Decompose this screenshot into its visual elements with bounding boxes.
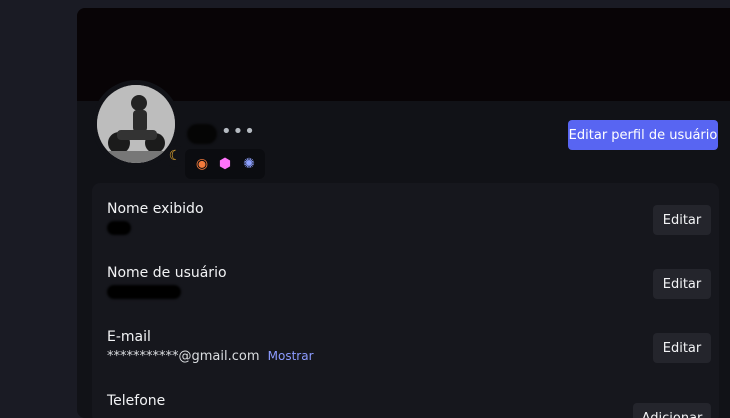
avatar[interactable] (97, 85, 175, 163)
display-name-row: Nome exibido Editar (107, 201, 711, 239)
username-row: Nome de usuário Editar (107, 265, 711, 303)
edit-profile-button[interactable]: Editar perfil de usuário (568, 120, 718, 150)
show-email-link[interactable]: Mostrar (268, 349, 314, 363)
add-phone-button[interactable]: Adicionar (633, 403, 711, 418)
edit-email-button[interactable]: Editar (653, 333, 711, 363)
account-card: ☾ ••• ◉ ⬢ ✺ Editar perfil de usuário Nom… (77, 8, 730, 418)
more-options-icon[interactable]: ••• (221, 121, 256, 142)
avatar-photo (97, 85, 175, 163)
email-row: E-mail ***********@gmail.com Mostrar Edi… (107, 329, 711, 364)
email-value: ***********@gmail.com (107, 349, 260, 364)
username-value-redacted (107, 285, 181, 299)
display-name-label: Nome exibido (107, 201, 204, 217)
boost-badge-icon[interactable]: ⬢ (216, 155, 234, 173)
phone-row: Telefone Adicionar (107, 393, 711, 418)
edit-display-name-button[interactable]: Editar (653, 205, 711, 235)
profile-banner (77, 8, 730, 101)
quest-badge-icon[interactable]: ✺ (240, 155, 258, 173)
username-label: Nome de usuário (107, 265, 227, 281)
username-redacted (187, 124, 217, 144)
phone-label: Telefone (107, 393, 166, 409)
edit-username-button[interactable]: Editar (653, 269, 711, 299)
email-label: E-mail (107, 329, 151, 345)
sidebar-area (0, 0, 77, 410)
account-info-panel: Nome exibido Editar Nome de usuário Edit… (92, 183, 719, 418)
display-name-redacted (107, 221, 131, 235)
moon-icon: ☾ (164, 145, 186, 167)
nitro-badge-icon[interactable]: ◉ (193, 155, 211, 173)
badge-list: ◉ ⬢ ✺ (185, 149, 265, 179)
avatar-container[interactable]: ☾ (92, 80, 186, 168)
